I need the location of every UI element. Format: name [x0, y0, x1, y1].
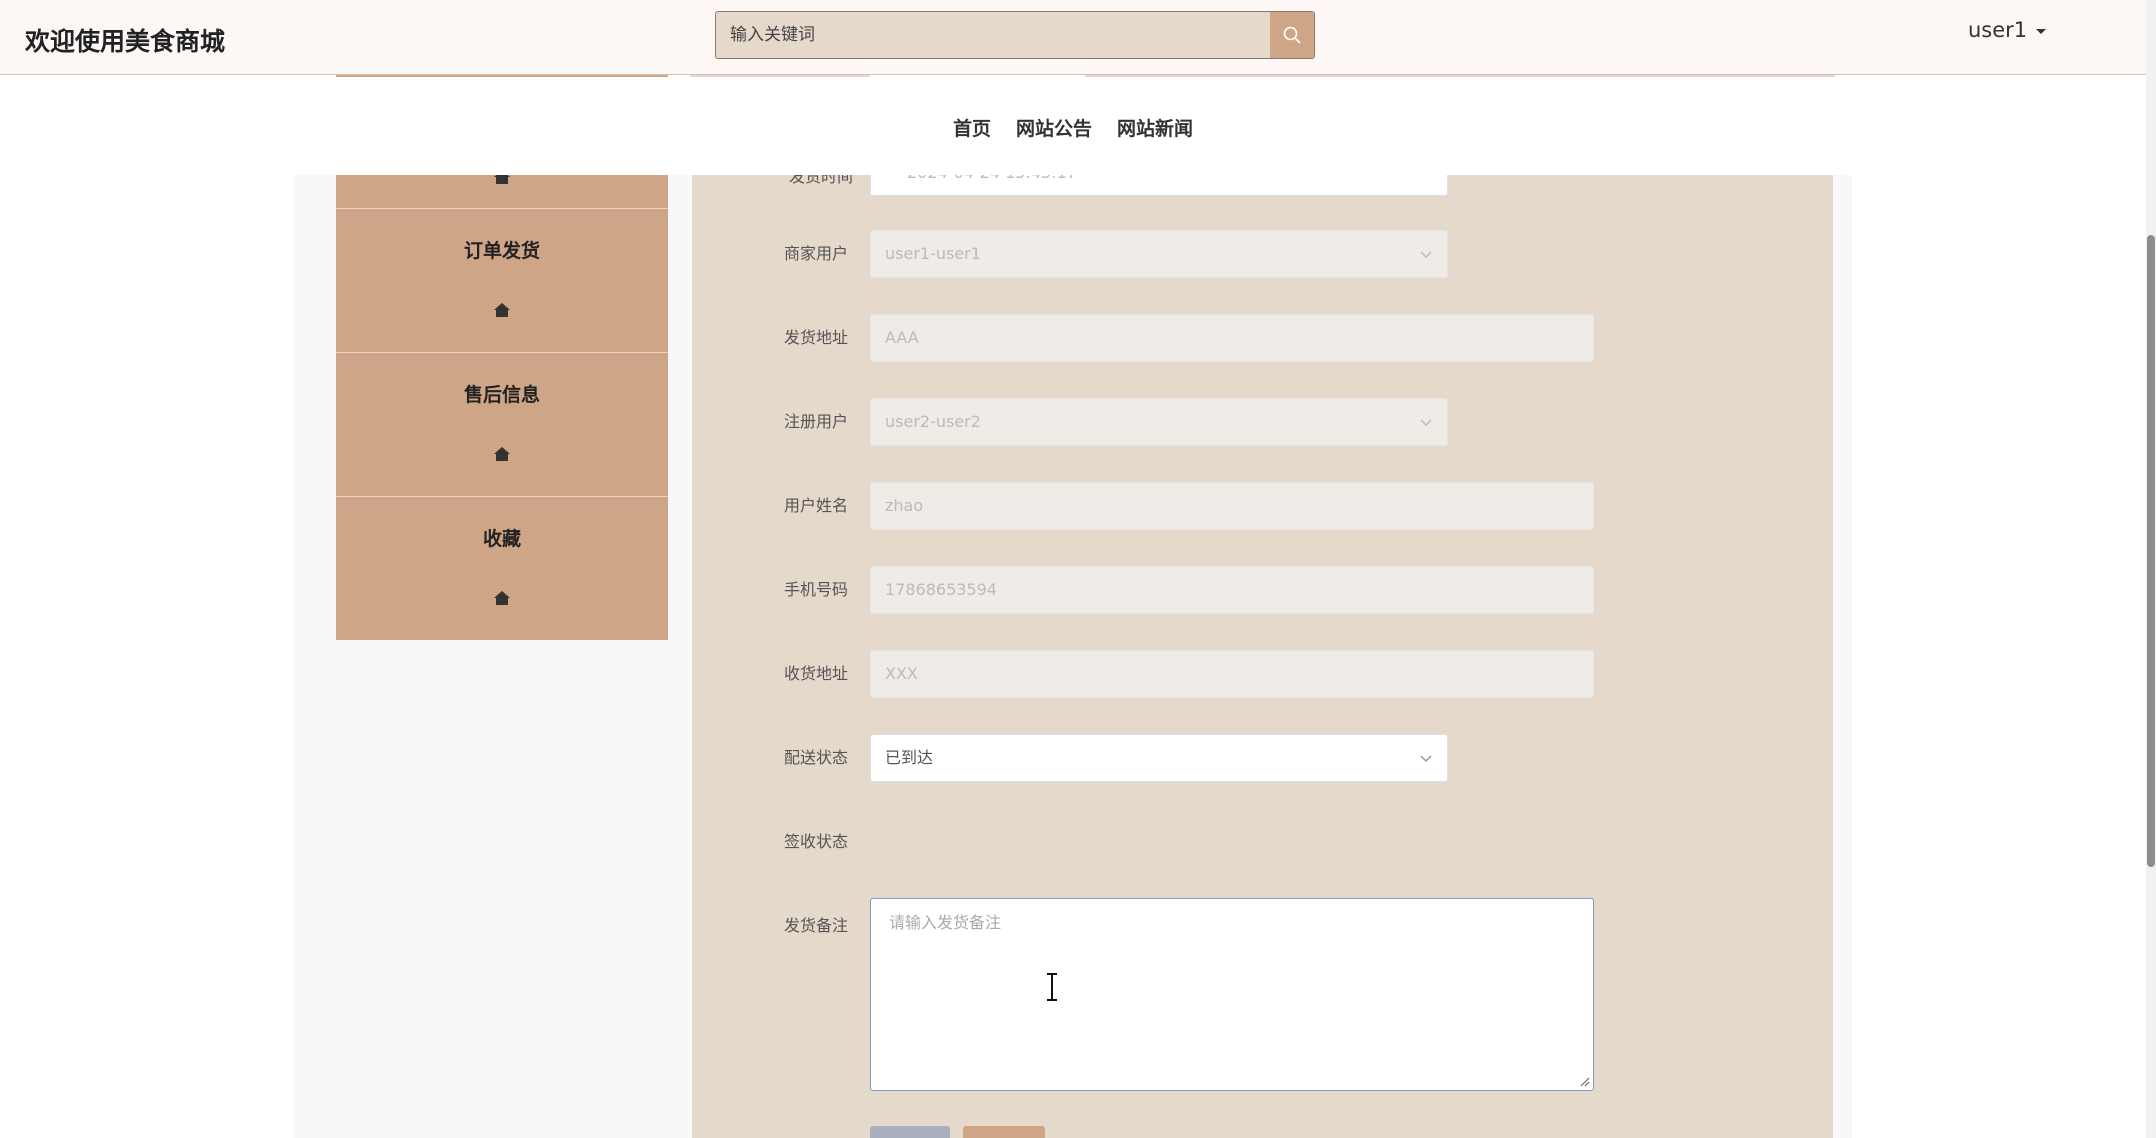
- chevron-down-icon: [1420, 755, 1432, 763]
- chevron-down-icon: [1420, 419, 1432, 427]
- field-label: 用户姓名: [783, 496, 848, 515]
- field-label: 商家用户: [783, 244, 848, 263]
- order-form-panel: 商家用户 user1-user1 发货地址 AAA 注册用户 user2-use…: [692, 75, 1833, 1138]
- field-label: 收货地址: [783, 664, 848, 683]
- nav-link-news[interactable]: 网站新闻: [1117, 114, 1193, 141]
- user-menu[interactable]: user1: [1968, 18, 2027, 42]
- search-icon: [1283, 26, 1301, 44]
- home-icon: [336, 445, 668, 465]
- delivery-status-value: 已到达: [885, 748, 934, 767]
- tab-strip: [690, 75, 870, 77]
- merchant-select[interactable]: user1-user1: [870, 230, 1448, 278]
- sidebar-item-order-shipping[interactable]: 订单发货: [336, 208, 668, 352]
- cancel-button[interactable]: [870, 1126, 950, 1138]
- search-button[interactable]: [1270, 12, 1314, 58]
- form-row-username: 用户姓名 zhao: [692, 478, 1833, 534]
- scrollbar-thumb[interactable]: [2147, 235, 2155, 867]
- delivery-status-select[interactable]: 已到达: [870, 734, 1448, 782]
- form-row-registered-user: 注册用户 user2-user2: [692, 394, 1833, 450]
- caret-down-icon[interactable]: [2036, 29, 2046, 34]
- form-row-phone: 手机号码 17868653594: [692, 562, 1833, 618]
- field-label: 手机号码: [783, 580, 848, 599]
- phone-field[interactable]: 17868653594: [870, 566, 1594, 614]
- merchant-value: user1-user1: [885, 244, 981, 263]
- home-icon: [336, 301, 668, 321]
- registered-user-value: user2-user2: [885, 412, 981, 431]
- nav-bar: 首页 网站公告 网站新闻: [0, 75, 2156, 175]
- username-field[interactable]: zhao: [870, 482, 1594, 530]
- nav-link-home[interactable]: 首页: [953, 114, 991, 141]
- recv-address-field[interactable]: XXX: [870, 650, 1594, 698]
- resize-grip-icon[interactable]: [1578, 1075, 1590, 1087]
- chevron-down-icon: [1420, 251, 1432, 259]
- tab-strip: [1085, 75, 1835, 77]
- sidebar-item-after-sales[interactable]: 售后信息: [336, 352, 668, 496]
- form-row-delivery-status: 配送状态 已到达: [692, 730, 1833, 786]
- form-row-sign-status: 签收状态: [692, 814, 1833, 870]
- ship-address-field[interactable]: AAA: [870, 314, 1594, 362]
- search-input[interactable]: [716, 12, 1264, 58]
- top-header: 欢迎使用美食商城 user1: [0, 0, 2156, 75]
- field-label: 注册用户: [783, 412, 848, 431]
- remark-textarea[interactable]: 请输入发货备注: [870, 898, 1594, 1091]
- form-row-merchant: 商家用户 user1-user1: [692, 226, 1833, 282]
- form-row-remark: 发货备注 请输入发货备注: [692, 898, 1833, 1098]
- submit-button[interactable]: [963, 1126, 1045, 1138]
- sidebar-item-label: 收藏: [482, 528, 521, 550]
- sidebar-item-label: 售后信息: [463, 384, 540, 406]
- site-title: 欢迎使用美食商城: [25, 27, 226, 56]
- tab-strip: [336, 75, 668, 77]
- form-row-ship-address: 发货地址 AAA: [692, 310, 1833, 366]
- search-box: [715, 11, 1315, 59]
- nav-links: 首页 网站公告 网站新闻: [953, 114, 1193, 141]
- field-label: 签收状态: [783, 832, 848, 851]
- form-row-recv-address: 收货地址 XXX: [692, 646, 1833, 702]
- field-label: 发货备注: [783, 916, 848, 935]
- remark-placeholder: 请输入发货备注: [889, 913, 1002, 932]
- field-label: 发货地址: [783, 328, 848, 347]
- field-label: 配送状态: [783, 748, 848, 767]
- sidebar-item-favorites[interactable]: 收藏: [336, 496, 668, 640]
- registered-user-select[interactable]: user2-user2: [870, 398, 1448, 446]
- sidebar-item-label: 订单发货: [463, 240, 540, 262]
- text-cursor-icon: [1047, 973, 1057, 1001]
- nav-link-announcements[interactable]: 网站公告: [1016, 114, 1092, 141]
- home-icon: [336, 589, 668, 609]
